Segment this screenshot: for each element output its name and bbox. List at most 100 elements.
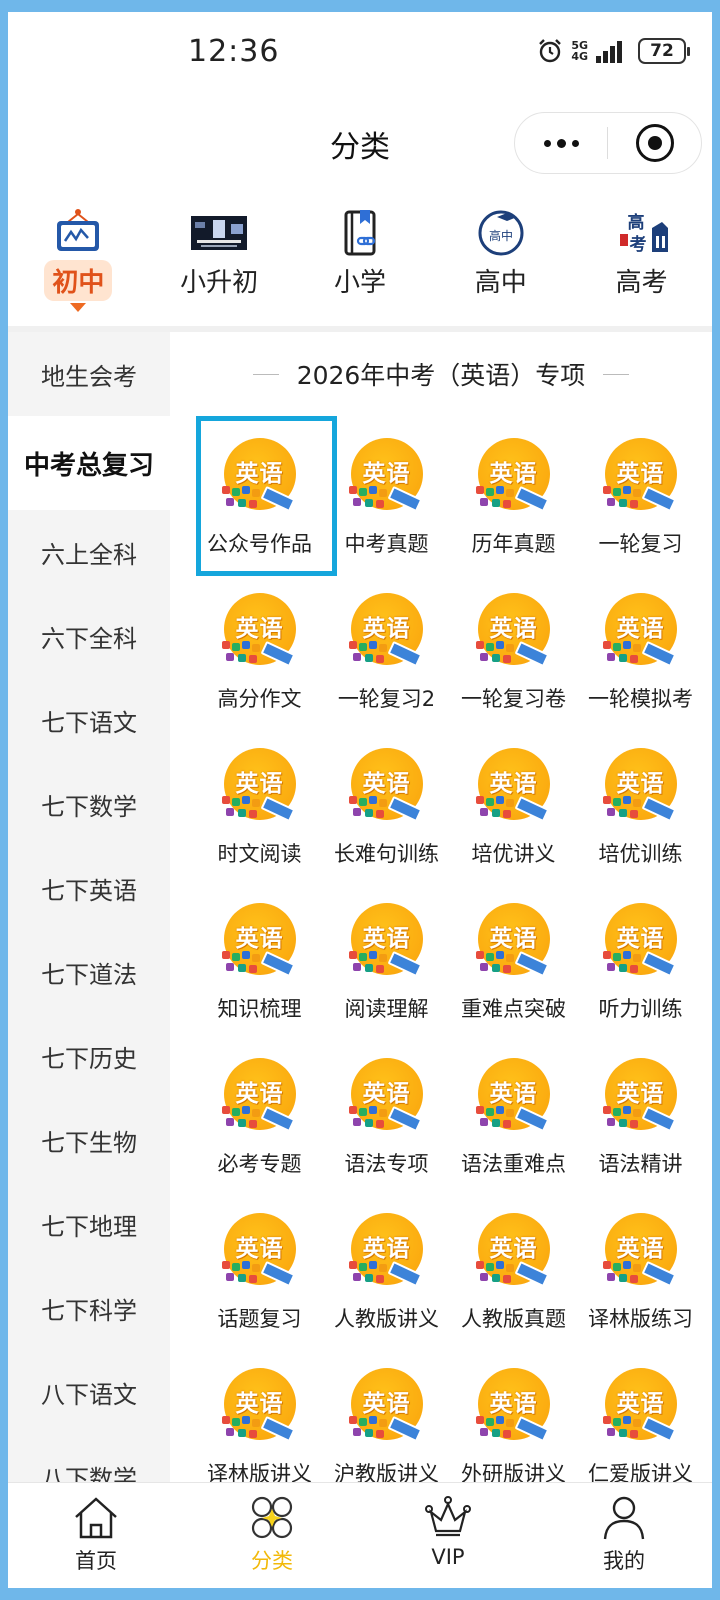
letter-block [602, 1106, 611, 1114]
letter-block [622, 1416, 631, 1424]
sidebar-item[interactable]: 七下道法 [8, 930, 170, 1014]
english-subject-icon: 英语 [218, 436, 302, 520]
alphabet-blocks-icon [602, 951, 643, 975]
topic-label: 语法专项 [344, 1152, 429, 1176]
icon-text: 英语 [362, 616, 411, 642]
close-miniprogram-button[interactable] [608, 124, 701, 162]
letter-block [221, 1416, 230, 1424]
topic-item[interactable]: 英语 语法专项 [323, 1036, 450, 1191]
tab-chuzhong[interactable]: 初中 [18, 188, 138, 326]
tab-gaozhong[interactable]: 高中 高中 [441, 188, 561, 326]
letter-block [632, 1264, 641, 1272]
topic-label: 话题复习 [217, 1307, 302, 1331]
topic-item[interactable]: 英语 阅读理解 [323, 881, 450, 1036]
letter-block [231, 643, 240, 651]
topic-item[interactable]: 英语 人教版讲义 [323, 1191, 450, 1346]
sidebar-item[interactable]: 七下科学 [8, 1266, 170, 1350]
letter-block [248, 810, 257, 818]
nav-category[interactable]: 分类 [212, 1483, 332, 1588]
topic-item[interactable]: 英语 时文阅读 [196, 726, 323, 881]
sidebar-item[interactable]: 七下语文 [8, 678, 170, 762]
topic-item[interactable]: 英语 必考专题 [196, 1036, 323, 1191]
topic-item[interactable]: 英语 中考真题 [323, 416, 450, 571]
topic-item[interactable]: 英语 一轮复习 [577, 416, 704, 571]
letter-block [475, 641, 484, 649]
nav-profile[interactable]: 我的 [564, 1483, 684, 1588]
sidebar-item[interactable]: 七下地理 [8, 1182, 170, 1266]
english-subject-icon: 英语 [472, 1211, 556, 1295]
topic-label: 培优训练 [598, 842, 683, 866]
svg-text:高: 高 [627, 212, 644, 233]
letter-block [358, 643, 367, 651]
letter-block [251, 644, 260, 652]
letter-block [632, 1109, 641, 1117]
network-label: 5G 4G [571, 40, 588, 62]
topic-item[interactable]: 英语 译林版练习 [577, 1191, 704, 1346]
sidebar-item[interactable]: 地生会考 [8, 332, 170, 416]
topic-label: 人教版真题 [461, 1307, 566, 1331]
topic-item[interactable]: 英语 译林版讲义 [196, 1346, 323, 1482]
topic-item[interactable]: 英语 一轮复习2 [323, 571, 450, 726]
tab-xiaoxue[interactable]: 小学 [300, 188, 420, 326]
sidebar-item[interactable]: 七下数学 [8, 762, 170, 846]
letter-block [602, 951, 611, 959]
topic-grid: 英语 公众号作品 英语 中考真题 英语 历年真题 英语 一轮复习 英语 高分作文 英语 一轮复习2 英语… [196, 416, 712, 1482]
topic-item[interactable]: 英语 重难点突破 [450, 881, 577, 1036]
sidebar-item[interactable]: 七下英语 [8, 846, 170, 930]
letter-block [348, 486, 357, 494]
topic-item[interactable]: 英语 历年真题 [450, 416, 577, 571]
topic-item[interactable]: 英语 人教版真题 [450, 1191, 577, 1346]
icon-text: 英语 [616, 1081, 665, 1107]
letter-block [629, 1275, 638, 1283]
english-subject-icon: 英语 [599, 746, 683, 830]
sidebar-item[interactable]: 八下数学 [8, 1434, 170, 1483]
topic-item[interactable]: 英语 仁爱版讲义 [577, 1346, 704, 1482]
topic-item[interactable]: 英语 沪教版讲义 [323, 1346, 450, 1482]
topic-item[interactable]: 英语 一轮复习卷 [450, 571, 577, 726]
nav-label: 分类 [251, 1549, 293, 1573]
topic-item[interactable]: 英语 语法精讲 [577, 1036, 704, 1191]
alphabet-blocks-icon [475, 1106, 516, 1130]
letter-block [618, 1119, 627, 1127]
letter-block [352, 1273, 361, 1281]
nav-vip[interactable]: VIP [388, 1483, 508, 1588]
topic-label: 阅读理解 [344, 997, 429, 1021]
topic-item[interactable]: 英语 培优训练 [577, 726, 704, 881]
more-menu-button[interactable] [515, 113, 607, 173]
sidebar-item[interactable]: 八下语文 [8, 1350, 170, 1434]
alphabet-blocks-icon [348, 1261, 389, 1285]
english-subject-icon: 英语 [599, 1211, 683, 1295]
sidebar-item[interactable]: 六下全科 [8, 594, 170, 678]
topic-item[interactable]: 英语 一轮模拟考 [577, 571, 704, 726]
topic-item[interactable]: 英语 语法重难点 [450, 1036, 577, 1191]
topic-item[interactable]: 英语 外研版讲义 [450, 1346, 577, 1482]
topic-label: 外研版讲义 [461, 1462, 566, 1482]
topic-item[interactable]: 英语 听力训练 [577, 881, 704, 1036]
letter-block [502, 1430, 511, 1438]
alphabet-blocks-icon [475, 1416, 516, 1440]
letter-block [231, 488, 240, 496]
divider-line [252, 373, 279, 375]
sidebar-item[interactable]: 七下历史 [8, 1014, 170, 1098]
sidebar-item[interactable]: 六上全科 [8, 510, 170, 594]
nav-label: 首页 [75, 1549, 117, 1573]
nav-home[interactable]: 首页 [36, 1483, 156, 1588]
english-subject-icon: 英语 [472, 591, 556, 675]
topic-item[interactable]: 英语 高分作文 [196, 571, 323, 726]
sidebar-item[interactable]: 中考总复习 [8, 416, 170, 510]
letter-block [612, 953, 621, 961]
letter-block [618, 499, 627, 507]
topic-item[interactable]: 英语 公众号作品 [196, 416, 337, 576]
letter-block [632, 644, 641, 652]
topic-item[interactable]: 英语 培优讲义 [450, 726, 577, 881]
topic-item[interactable]: 英语 话题复习 [196, 1191, 323, 1346]
svg-text:考: 考 [628, 234, 646, 255]
tab-gaokao[interactable]: 高 考 高考 [582, 188, 702, 326]
icon-text: 英语 [616, 1236, 665, 1262]
topic-item[interactable]: 英语 长难句训练 [323, 726, 450, 881]
tab-xiaoshengchu[interactable]: 小升初 [159, 188, 279, 326]
alphabet-blocks-icon [475, 796, 516, 820]
topic-item[interactable]: 英语 知识梳理 [196, 881, 323, 1036]
sidebar-item[interactable]: 七下生物 [8, 1098, 170, 1182]
topic-label: 历年真题 [471, 532, 556, 556]
